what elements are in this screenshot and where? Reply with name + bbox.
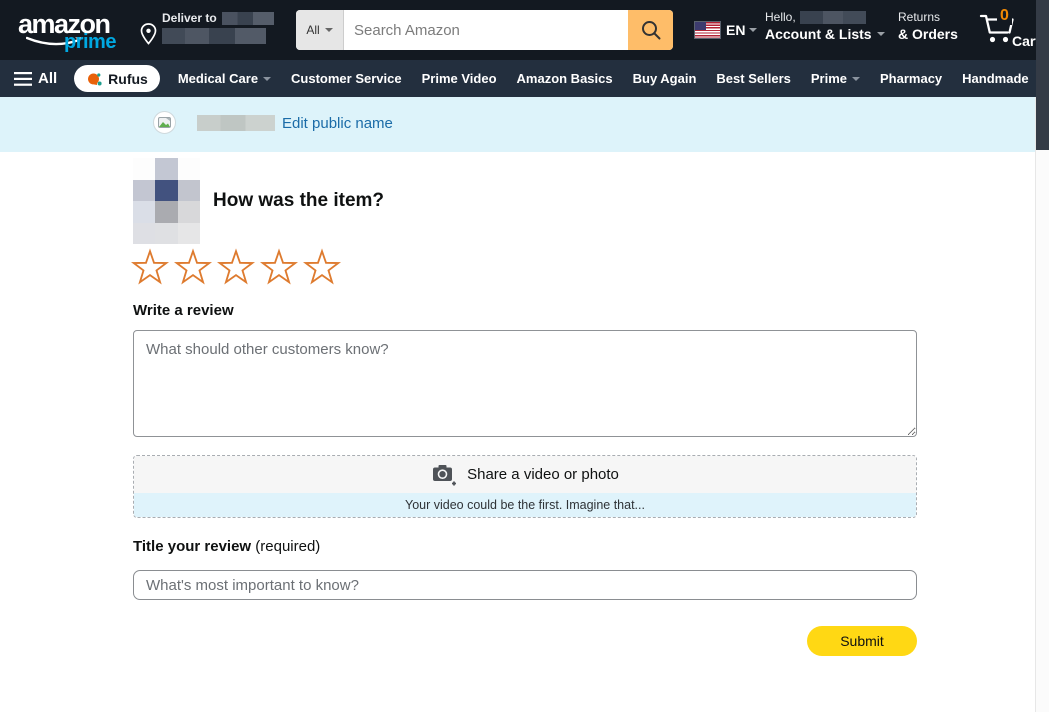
chevron-down-icon (325, 28, 333, 32)
submit-button[interactable]: Submit (807, 626, 917, 656)
search-submit-button[interactable] (628, 10, 673, 50)
nav-all-menu[interactable]: All (14, 70, 57, 87)
rufus-label: Rufus (108, 71, 148, 87)
cart-count-badge: 0 (997, 7, 1012, 25)
location-pin-icon (140, 23, 157, 45)
rufus-icon (86, 71, 102, 87)
media-upload-hint: Your video could be the first. Imagine t… (405, 498, 645, 512)
nav-item-amazon-basics[interactable]: Amazon Basics (517, 71, 613, 86)
product-image-pixel (155, 180, 177, 202)
secondary-nav: All Rufus Medical Care Customer Service … (0, 60, 1049, 97)
nav-all-label: All (38, 70, 57, 87)
media-upload-dropzone[interactable]: Share a video or photo Your video could … (133, 455, 917, 518)
search-input[interactable] (344, 10, 628, 50)
star-icon[interactable] (130, 247, 170, 287)
star-icon[interactable] (216, 247, 256, 287)
language-code: EN (726, 22, 745, 38)
media-upload-label: Share a video or photo (467, 466, 619, 483)
orders-label: & Orders (898, 26, 958, 42)
product-image-pixel (178, 158, 200, 180)
deliver-to-label: Deliver to (162, 11, 217, 25)
product-image-pixel (155, 201, 177, 223)
avatar (153, 111, 176, 134)
nav-item-customer-service[interactable]: Customer Service (291, 71, 402, 86)
nav-rufus-button[interactable]: Rufus (74, 65, 160, 92)
nav-links: Medical Care Customer Service Prime Vide… (178, 71, 1029, 86)
product-image-pixel (178, 201, 200, 223)
product-image-pixel (133, 201, 155, 223)
hamburger-menu-icon (14, 72, 32, 86)
nav-item-pharmacy[interactable]: Pharmacy (880, 71, 942, 86)
product-image-pixel (133, 158, 155, 180)
edit-public-name-link[interactable]: Edit public name (282, 115, 393, 132)
chevron-down-icon (263, 77, 271, 81)
returns-label: Returns (898, 10, 958, 24)
product-image-pixel (133, 180, 155, 202)
camera-plus-icon (431, 463, 457, 487)
account-menu[interactable]: Hello, Account & Lists (765, 10, 885, 42)
chevron-down-icon (852, 77, 860, 81)
product-image-pixel (178, 180, 200, 202)
redacted-name-block (222, 12, 274, 25)
review-text-input[interactable] (133, 330, 917, 437)
product-image-pixel (155, 158, 177, 180)
search-category-dropdown[interactable]: All (296, 10, 344, 50)
prime-logo-text: prime (64, 31, 116, 54)
star-icon[interactable] (259, 247, 299, 287)
returns-orders-link[interactable]: Returns & Orders (898, 10, 958, 42)
chevron-down-icon (749, 28, 757, 32)
search-category-value: All (306, 23, 319, 37)
image-placeholder-icon (158, 117, 171, 128)
nav-item-best-sellers[interactable]: Best Sellers (716, 71, 790, 86)
chevron-down-icon (877, 32, 885, 36)
language-selector[interactable]: EN (726, 22, 757, 38)
star-icon[interactable] (173, 247, 213, 287)
product-image (133, 158, 200, 244)
star-rating-selector (130, 247, 342, 287)
top-header: amazon prime Deliver to All (0, 0, 1049, 60)
us-flag-icon (695, 22, 720, 38)
product-image-pixel (133, 223, 155, 245)
title-review-label: Title your review (required) (133, 538, 320, 555)
cart-button[interactable]: 0 Cart (973, 7, 1043, 55)
star-icon[interactable] (302, 247, 342, 287)
product-image-pixel (155, 223, 177, 245)
search-icon (640, 19, 662, 41)
scrollbar-track[interactable] (1035, 97, 1049, 712)
redacted-username-block (800, 11, 866, 24)
title-required-suffix: (required) (251, 538, 320, 555)
review-title-input[interactable] (133, 570, 917, 600)
redacted-address-block (162, 28, 266, 44)
greeting-text: Hello, (765, 10, 796, 24)
nav-item-prime[interactable]: Prime (811, 71, 860, 86)
nav-item-buy-again[interactable]: Buy Again (633, 71, 697, 86)
page-title: How was the item? (213, 190, 384, 212)
account-lists-label: Account & Lists (765, 26, 872, 42)
nav-item-handmade[interactable]: Handmade (962, 71, 1028, 86)
nav-item-medical-care[interactable]: Medical Care (178, 71, 271, 86)
search-bar: All (296, 10, 673, 50)
deliver-to-selector[interactable]: Deliver to (140, 9, 270, 51)
scrollbar-thumb[interactable] (1036, 0, 1049, 150)
product-image-pixel (178, 223, 200, 245)
write-review-label: Write a review (133, 302, 234, 319)
redacted-public-name-block (197, 115, 275, 131)
amazon-prime-logo[interactable]: amazon prime (18, 9, 122, 51)
nav-item-prime-video[interactable]: Prime Video (422, 71, 497, 86)
